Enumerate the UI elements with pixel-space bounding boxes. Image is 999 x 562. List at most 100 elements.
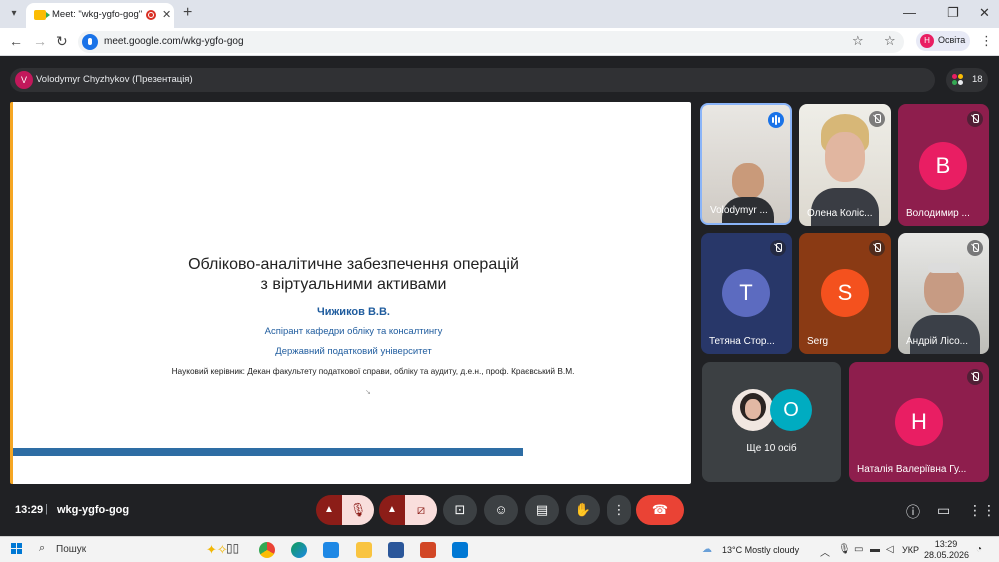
edge-icon[interactable] — [291, 542, 307, 558]
tile-olena[interactable]: Олена Коліс... — [799, 104, 891, 226]
mic-toggle-button[interactable]: 🎙 — [342, 495, 374, 525]
mic-off-icon — [770, 240, 786, 256]
word-icon[interactable] — [388, 542, 404, 558]
notifications-icon[interactable]: ◔ — [976, 544, 982, 555]
divider: | — [45, 503, 48, 515]
taskbar-date[interactable]: 28.05.2026 — [924, 550, 969, 560]
mic-off-icon — [967, 111, 983, 127]
participant-avatar: Т — [722, 269, 770, 317]
presenter-label: Volodymyr Chyzhykov (Презентація) — [36, 74, 193, 85]
tile-name: Андрій Лісо... — [906, 336, 968, 347]
participant-video — [924, 267, 964, 313]
tile-volodymyr[interactable]: Volodymyr ... — [700, 103, 792, 225]
slide-title-line1: Обліково-аналітичне забезпечення операці… — [188, 256, 519, 273]
tab-title: Meet: "wkg-ygfo-gog" — [52, 9, 143, 20]
taskbar-search[interactable]: ⌕ Пошук ✦✧ — [34, 540, 228, 559]
powerpoint-icon[interactable] — [420, 542, 436, 558]
camera-toggle-button[interactable]: ⧄ — [405, 495, 437, 525]
profile-button[interactable]: Н Освіта — [916, 31, 970, 51]
mic-options-button[interactable]: ▲ — [316, 495, 342, 525]
mic-off-icon — [967, 240, 983, 256]
speaking-indicator-icon — [768, 112, 784, 128]
network-icon[interactable]: ▭ — [854, 544, 863, 555]
tile-nataliia[interactable]: Н Наталія Валеріївна Гу... — [849, 362, 989, 482]
url-text: meet.google.com/wkg-ygfo-gog — [104, 36, 244, 47]
tile-more-participants[interactable]: O Ще 10 осіб — [702, 362, 841, 482]
recording-icon — [146, 10, 156, 20]
chat-icon[interactable]: ▭ — [937, 502, 950, 519]
participants-button[interactable]: 18 — [946, 68, 988, 92]
language-indicator[interactable]: УКР — [902, 545, 919, 555]
address-bar[interactable]: meet.google.com/wkg-ygfo-gog ☆ — [78, 31, 904, 53]
meeting-code: wkg-ygfo-gog — [57, 504, 130, 516]
extensions-icon[interactable]: ☆ — [884, 33, 896, 49]
windows-start-icon[interactable] — [11, 543, 23, 555]
site-info-icon[interactable] — [82, 34, 98, 50]
pointer-mark: ↘ — [365, 389, 371, 396]
raise-hand-button[interactable]: ✋ — [566, 495, 600, 525]
participant-avatar: В — [919, 142, 967, 190]
leave-call-button[interactable]: ☎ — [636, 495, 684, 525]
presentation-slide: Обліково-аналітичне забезпечення операці… — [10, 102, 691, 484]
slide-title-line2: з віртуальними активами — [260, 276, 447, 293]
present-button[interactable]: ⊡ — [443, 495, 477, 525]
meeting-info-icon[interactable]: ⓘ — [906, 502, 920, 522]
windows-taskbar: ⌕ Пошук ✦✧ ▯▯ ☁ 13°C Mostly cloudy ︿ 🎙 ▭… — [0, 536, 999, 562]
chrome-icon[interactable] — [259, 542, 275, 558]
tile-volodymyr-2[interactable]: В Володимир ... — [898, 104, 989, 226]
participant-avatar: O — [770, 389, 812, 431]
emoji-icon: ☺ — [494, 502, 508, 517]
taskbar-time[interactable]: 13:29 — [930, 539, 962, 549]
activities-icon[interactable]: ⋮⋮ — [968, 502, 996, 519]
back-button[interactable]: ← — [9, 33, 23, 49]
tile-serg[interactable]: S Serg — [799, 233, 891, 354]
slide-affiliation-2: Державний податковий університет — [275, 346, 432, 357]
tile-tetiana[interactable]: Т Тетяна Стор... — [701, 233, 792, 354]
camera-options-button[interactable]: ▲ — [379, 495, 405, 525]
mic-off-icon — [869, 240, 885, 256]
end-call-icon: ☎ — [651, 502, 669, 517]
meeting-clock: 13:29 — [15, 504, 44, 516]
tile-name: Ще 10 осіб — [746, 443, 797, 454]
battery-icon[interactable]: ▬ — [870, 544, 880, 555]
browser-menu-icon[interactable]: ⋮ — [980, 33, 993, 49]
captions-button[interactable]: ▤ — [525, 495, 559, 525]
file-explorer-icon[interactable] — [356, 542, 372, 558]
participant-avatar: Н — [895, 398, 943, 446]
more-options-button[interactable]: ⋮ — [607, 495, 631, 525]
show-hidden-icons-icon[interactable]: ︿ — [820, 544, 830, 559]
tab-meet[interactable]: Meet: "wkg-ygfo-gog" ✕ — [26, 3, 174, 28]
minimize-button[interactable]: — — [903, 5, 916, 20]
maximize-button[interactable]: ❐ — [947, 5, 959, 21]
reload-button[interactable]: ↻ — [56, 33, 68, 50]
new-tab-button[interactable]: + — [183, 4, 192, 22]
camera-off-icon: ⧄ — [416, 502, 426, 517]
outlook-icon[interactable] — [452, 542, 468, 558]
volume-icon[interactable]: ◁ — [886, 544, 894, 555]
slide-footer-bar — [13, 448, 523, 456]
slide-supervisor: Науковий керівник: Декан факультету пода… — [171, 366, 575, 376]
meet-favicon-icon — [34, 10, 50, 20]
tab-close-icon[interactable]: ✕ — [162, 8, 171, 21]
forward-button[interactable]: → — [33, 33, 47, 49]
browser-tab-strip: ▾ Meet: "wkg-ygfo-gog" ✕ + — ❐ ✕ — [0, 0, 999, 28]
weather-text[interactable]: 13°C Mostly cloudy — [722, 545, 799, 555]
mic-off-icon — [869, 111, 885, 127]
reactions-button[interactable]: ☺ — [484, 495, 518, 525]
profile-avatar: Н — [920, 34, 934, 48]
participant-video — [825, 132, 865, 182]
participant-video — [732, 163, 764, 199]
close-window-button[interactable]: ✕ — [979, 5, 990, 21]
store-icon[interactable] — [323, 542, 339, 558]
tile-andrii[interactable]: Андрій Лісо... — [898, 233, 989, 354]
task-view-icon[interactable]: ▯▯ — [226, 541, 242, 557]
microphone-icon[interactable]: 🎙 — [838, 544, 851, 555]
bookmark-star-icon[interactable]: ☆ — [852, 33, 864, 49]
participants-count: 18 — [972, 74, 983, 85]
tab-search-icon[interactable]: ▾ — [6, 6, 22, 22]
search-icon: ⌕ — [39, 542, 46, 554]
sparkle-icon: ✦✧ — [206, 542, 228, 557]
participant-photo — [732, 389, 774, 431]
tile-name: Наталія Валеріївна Гу... — [857, 464, 967, 475]
presentation-header: V Volodymyr Chyzhykov (Презентація) — [10, 68, 935, 92]
